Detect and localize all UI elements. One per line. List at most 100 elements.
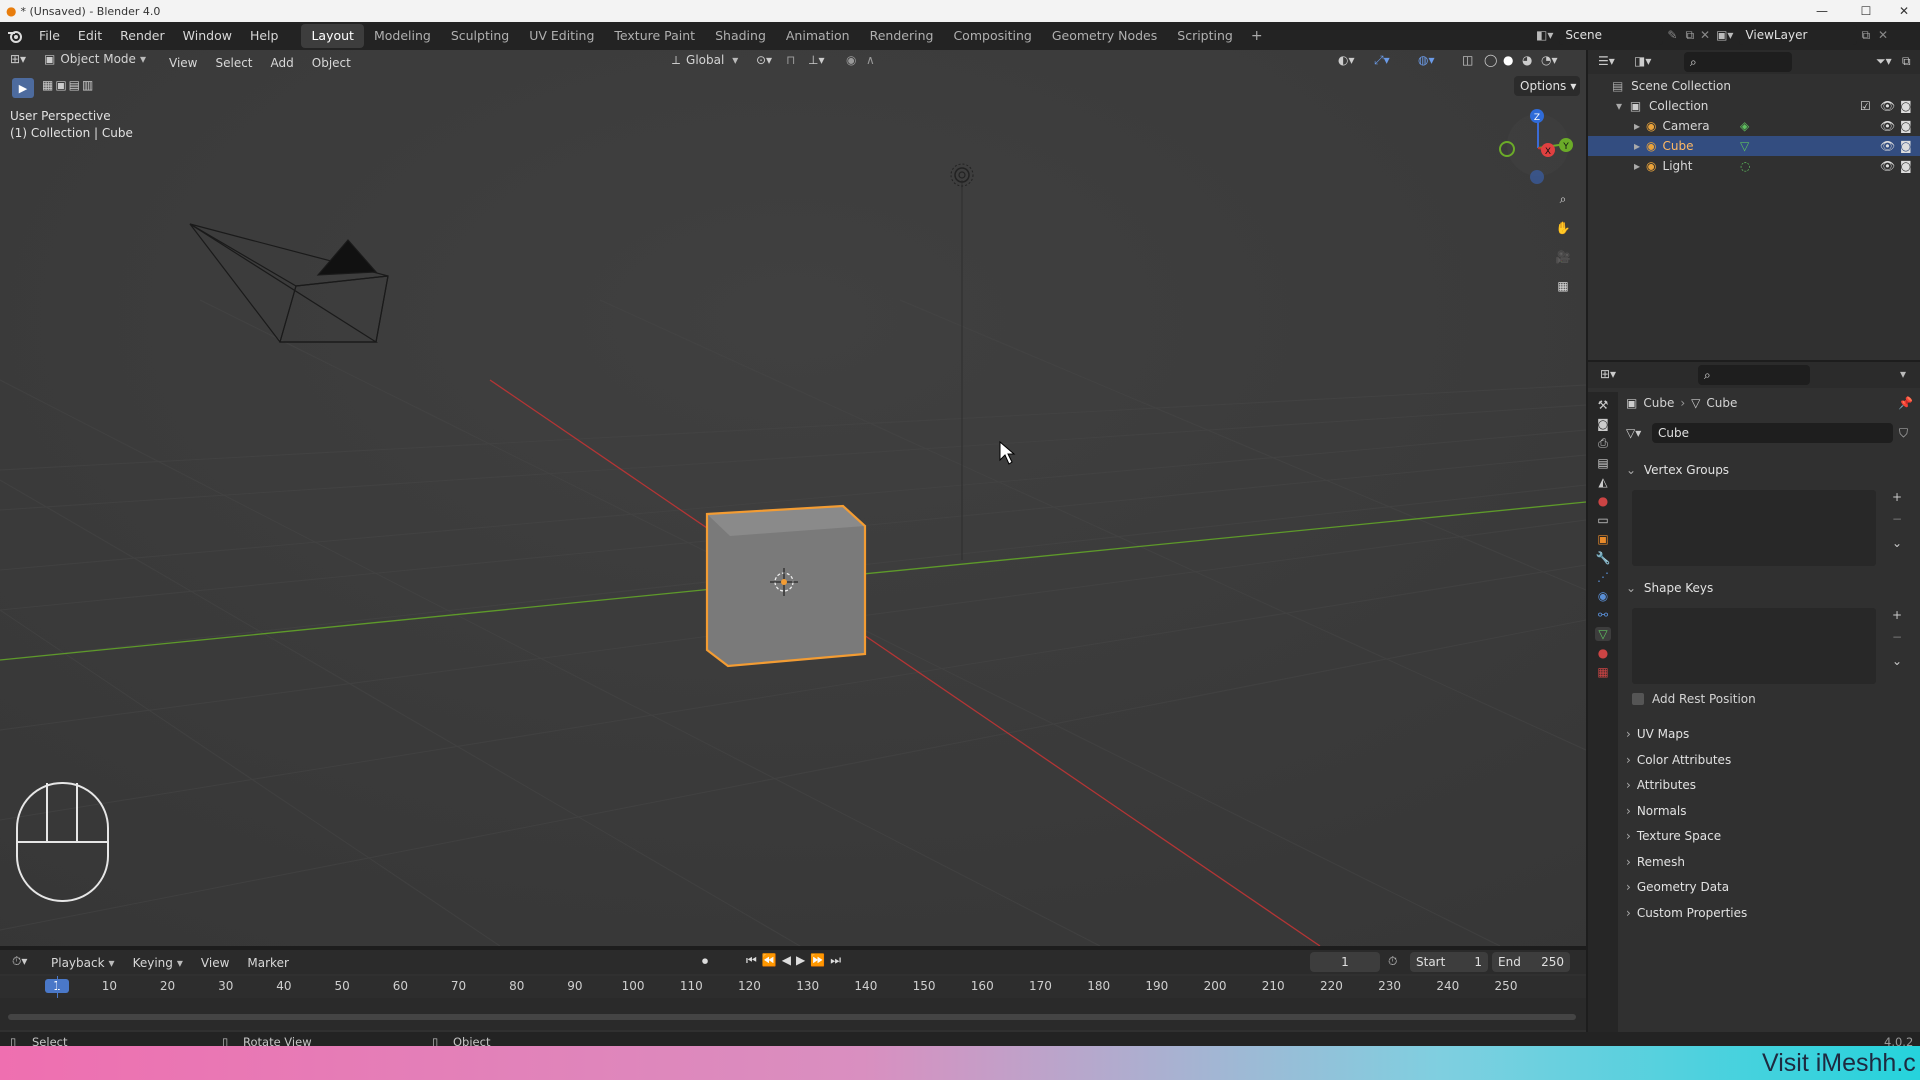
start-frame-field[interactable]: Start 1: [1410, 952, 1488, 972]
menu-file[interactable]: File: [30, 24, 69, 48]
use-preview-range-icon[interactable]: ⏱: [1388, 954, 1397, 969]
vertex-group-menu-icon[interactable]: ⌄: [1892, 536, 1902, 550]
new-collection-icon[interactable]: ⧉: [1902, 54, 1911, 69]
viewport-menu-view[interactable]: View: [160, 53, 206, 73]
remove-shape-key-button[interactable]: −: [1892, 630, 1902, 644]
menu-window[interactable]: Window: [174, 24, 241, 48]
properties-search-input[interactable]: ⌕: [1698, 365, 1810, 385]
timeline-menu-view[interactable]: View: [192, 953, 238, 973]
chevron-down-icon[interactable]: ▾: [1900, 367, 1906, 381]
mesh-data-icon[interactable]: ▽: [1740, 136, 1749, 156]
panel-attributes[interactable]: › Attributes: [1626, 773, 1914, 797]
timeline-menu-playback[interactable]: Playback ▾: [42, 953, 124, 973]
outliner-row-scene-collection[interactable]: ▤ Scene Collection: [1588, 76, 1920, 96]
ortho-grid-icon[interactable]: ▦: [1551, 274, 1575, 298]
tab-rendering[interactable]: Rendering: [860, 24, 944, 48]
pan-hand-icon[interactable]: ✋: [1551, 216, 1575, 240]
add-rest-position-checkbox[interactable]: [1632, 693, 1644, 705]
outliner-search-input[interactable]: ⌕: [1684, 52, 1792, 72]
filter-icon[interactable]: ⏷▾: [1876, 54, 1892, 69]
constraints-tab-icon[interactable]: ⚯: [1598, 608, 1608, 622]
editor-type-icon[interactable]: ⊞▾: [1600, 367, 1616, 381]
panel-color-attributes[interactable]: › Color Attributes: [1626, 748, 1914, 772]
add-shape-key-button[interactable]: +: [1892, 608, 1902, 622]
timeline-scrollbar[interactable]: [8, 1014, 1576, 1020]
scene-icon[interactable]: ◧▾: [1536, 28, 1553, 42]
pin-icon[interactable]: 📌: [1898, 396, 1913, 410]
tab-shading[interactable]: Shading: [705, 24, 776, 48]
object-mode-dropdown[interactable]: ▣ Object Mode ▾: [44, 52, 146, 66]
proportional-edit-icon[interactable]: ◉: [846, 53, 856, 67]
texture-tab-icon[interactable]: ▦: [1597, 665, 1608, 679]
panel-custom-properties[interactable]: › Custom Properties: [1626, 901, 1914, 925]
shape-keys-list[interactable]: [1632, 608, 1876, 684]
falloff-icon[interactable]: ∧: [866, 53, 875, 67]
view-layer-icon[interactable]: ▣▾: [1716, 28, 1733, 42]
physics-tab-icon[interactable]: ◉: [1598, 589, 1608, 603]
outliner-row-collection[interactable]: ▾ ▣ Collection ☑ 👁 ◙: [1588, 96, 1920, 116]
expand-arrow-icon[interactable]: ▾: [1616, 99, 1622, 113]
add-rest-position-row[interactable]: Add Rest Position: [1632, 692, 1756, 706]
pivot-point-icon[interactable]: ⊙▾: [756, 53, 772, 67]
tab-animation[interactable]: Animation: [776, 24, 860, 48]
solid-shading-icon[interactable]: ●: [1503, 53, 1513, 67]
display-mode-icon[interactable]: ◨▾: [1634, 54, 1651, 68]
mesh-data-selector[interactable]: ▽▾ Cube ⛉: [1626, 422, 1908, 444]
world-tab-icon[interactable]: ●: [1598, 494, 1608, 508]
minimize-button[interactable]: —: [1806, 0, 1838, 22]
camera-render-icon[interactable]: ◙: [1900, 96, 1912, 116]
new-view-layer-icon[interactable]: ⧉: [1861, 28, 1870, 43]
viewport-menu-add[interactable]: Add: [262, 53, 303, 73]
select-mode-icons[interactable]: ▦▣▤▥: [42, 78, 95, 92]
scene-tab-icon[interactable]: ◭: [1598, 475, 1607, 489]
panel-texture-space[interactable]: › Texture Space: [1626, 824, 1914, 848]
scene-pin-icon[interactable]: ✎: [1667, 28, 1677, 42]
current-frame-field[interactable]: 1: [1310, 952, 1380, 972]
gizmo-toggle-icon[interactable]: ⤢▾: [1374, 53, 1390, 68]
outliner-row-cube[interactable]: ▸ ◉ Cube ▽ 👁 ◙: [1588, 136, 1920, 156]
wireframe-shading-icon[interactable]: ◯: [1484, 53, 1497, 67]
menu-help[interactable]: Help: [241, 24, 288, 48]
fake-user-icon[interactable]: ⛉: [1899, 426, 1908, 441]
remove-view-layer-icon[interactable]: ✕: [1878, 28, 1888, 42]
rendered-shading-icon[interactable]: ◔▾: [1541, 53, 1558, 67]
prev-keyframe-icon[interactable]: ⏪: [762, 953, 782, 967]
camera-view-icon[interactable]: 🎥: [1551, 245, 1575, 269]
menu-edit[interactable]: Edit: [69, 24, 111, 48]
light-data-icon[interactable]: ◌: [1740, 156, 1750, 176]
snap-icon[interactable]: ⊓: [786, 53, 795, 67]
jump-end-icon[interactable]: ⏭: [830, 953, 846, 967]
zoom-icon[interactable]: ⌕: [1551, 187, 1575, 211]
tool-tab-icon[interactable]: ⚒: [1598, 398, 1609, 412]
panel-vertex-groups[interactable]: ⌄ Vertex Groups: [1626, 458, 1914, 482]
transform-orientation-dropdown[interactable]: ⟂ Global ▾: [672, 53, 738, 68]
eye-icon[interactable]: 👁: [1880, 116, 1895, 136]
close-button[interactable]: ✕: [1888, 0, 1920, 22]
object-tab-icon[interactable]: ▣: [1597, 532, 1608, 546]
select-box-tool-icon[interactable]: ▶: [12, 78, 34, 98]
playback-controls[interactable]: ⏮⏪◀▶⏩⏭: [746, 953, 846, 968]
frame-ruler[interactable]: 1102030405060708090100110120130140150160…: [0, 976, 1586, 998]
camera-data-icon[interactable]: ◈: [1740, 116, 1749, 136]
exclude-checkbox[interactable]: ☑: [1860, 96, 1871, 116]
tab-compositing[interactable]: Compositing: [943, 24, 1041, 48]
panel-remesh[interactable]: › Remesh: [1626, 850, 1914, 874]
menu-render[interactable]: Render: [111, 24, 174, 48]
view-layer-tab-icon[interactable]: ▤: [1597, 456, 1608, 470]
blender-menu-icon[interactable]: [0, 24, 30, 48]
end-frame-field[interactable]: End 250: [1492, 952, 1570, 972]
add-vertex-group-button[interactable]: +: [1892, 490, 1902, 504]
mesh-name-field[interactable]: Cube: [1652, 423, 1893, 443]
panel-normals[interactable]: › Normals: [1626, 799, 1914, 823]
options-dropdown[interactable]: Options ▾: [1514, 76, 1580, 96]
remove-vertex-group-button[interactable]: −: [1892, 512, 1902, 526]
vertex-groups-list[interactable]: [1632, 490, 1876, 566]
play-icon[interactable]: ▶: [796, 953, 810, 967]
tab-scripting[interactable]: Scripting: [1167, 24, 1243, 48]
tab-geometry-nodes[interactable]: Geometry Nodes: [1042, 24, 1167, 48]
expand-arrow-icon[interactable]: ▸: [1634, 159, 1640, 173]
material-tab-icon[interactable]: ●: [1598, 646, 1608, 660]
outliner-row-light[interactable]: ▸ ◉ Light ◌ 👁 ◙: [1588, 156, 1920, 176]
eye-icon[interactable]: 👁: [1880, 136, 1895, 156]
particles-tab-icon[interactable]: ⋰: [1597, 570, 1609, 584]
